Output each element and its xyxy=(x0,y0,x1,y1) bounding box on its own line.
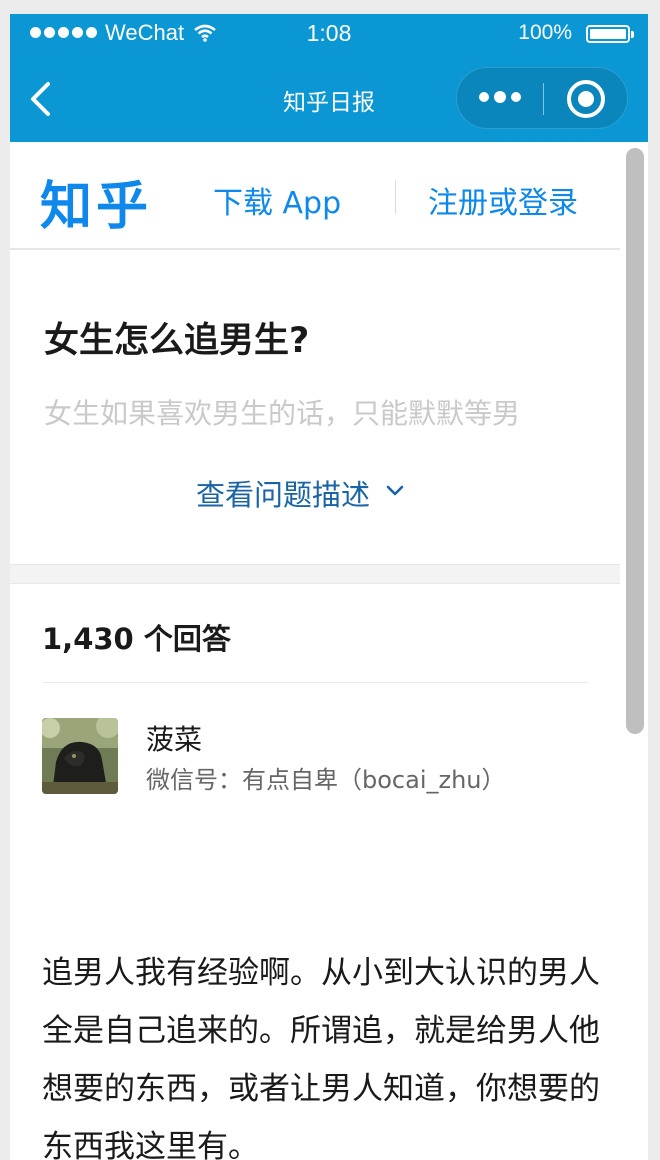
status-bar: WeChat 1:08 100% xyxy=(10,14,648,54)
expand-description-label: 查看问题描述 xyxy=(196,478,371,512)
wechat-app-bar: WeChat 1:08 100% 知乎日报 xyxy=(10,14,648,142)
question-title: 女生怎么追男生? xyxy=(44,321,310,361)
answers-divider xyxy=(42,682,588,683)
nav-bar: 知乎日报 xyxy=(10,64,648,134)
section-gap xyxy=(10,564,620,584)
login-link[interactable]: 注册或登录 xyxy=(428,178,578,222)
scrollbar[interactable] xyxy=(626,148,644,734)
mini-program-capsule xyxy=(456,67,628,129)
page-content[interactable]: 知乎 下载 App 注册或登录 女生怎么追男生? 女生如果喜欢男生的话，只能默默… xyxy=(10,142,620,1160)
chevron-down-icon xyxy=(386,485,404,496)
expand-description-button[interactable]: 查看问题描述 xyxy=(196,472,404,514)
answer-body: 追男人我有经验啊。从小到大认识的男人全是自己追来的。所谓追，就是给男人他想要的东… xyxy=(42,955,600,1160)
answer-count: 1,430 个回答 xyxy=(42,622,231,656)
question-description: 女生如果喜欢男生的话，只能默默等男 xyxy=(44,397,521,430)
zhihu-logo[interactable]: 知乎 xyxy=(40,164,152,239)
battery-percent: 100% xyxy=(518,21,572,44)
header-divider xyxy=(395,180,396,214)
battery-icon xyxy=(586,25,634,43)
zhihu-header: 知乎 下载 App 注册或登录 xyxy=(10,142,620,250)
download-app-link[interactable]: 下载 App xyxy=(213,178,341,222)
more-dots-icon[interactable] xyxy=(479,91,521,103)
author-name[interactable]: 菠菜 xyxy=(146,718,202,758)
avatar[interactable] xyxy=(42,718,118,794)
phone-screen: WeChat 1:08 100% 知乎日报 知乎 下载 App 注册或登录 女生… xyxy=(10,14,648,1160)
capsule-divider xyxy=(543,83,544,115)
author-bio: 微信号：有点自卑（bocai_zhu） xyxy=(146,766,506,794)
mini-program-close-icon[interactable] xyxy=(567,80,605,118)
question-card: 女生怎么追男生? 女生如果喜欢男生的话，只能默默等男 查看问题描述 xyxy=(10,250,620,564)
